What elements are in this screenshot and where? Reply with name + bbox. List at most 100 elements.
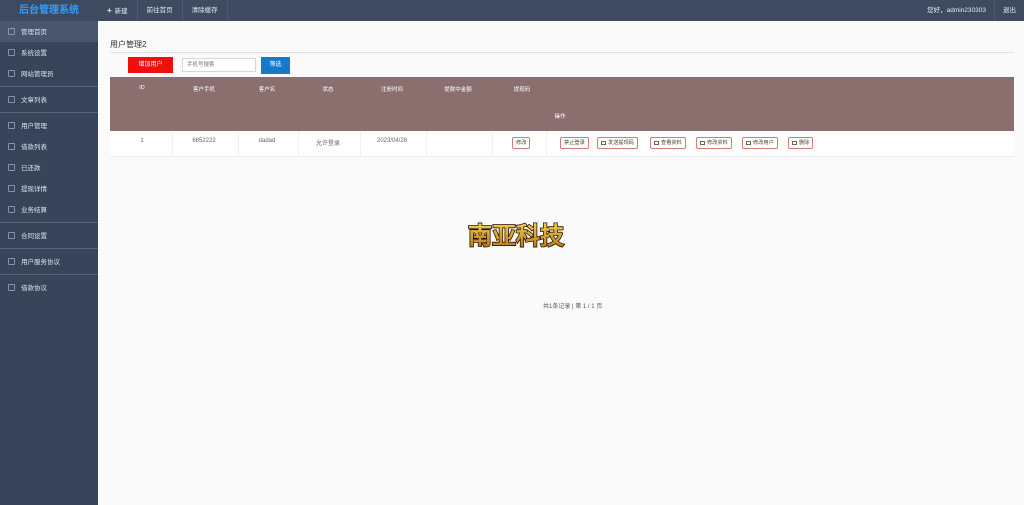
sidebar-divider [0, 222, 98, 223]
edit-user-button[interactable]: 修改用户 [742, 137, 778, 149]
sidebar-item-admins[interactable]: 网站管理员 [0, 63, 98, 84]
sidebar-item-withdrawals[interactable]: 提现详情 [0, 178, 98, 199]
home-icon [8, 27, 15, 35]
top-right: 您好，admin230303 退出 [919, 0, 1024, 21]
view-profile-button[interactable]: 查看资料 [650, 137, 686, 149]
column-divider [238, 131, 239, 157]
edit-code-button[interactable]: 修改 [512, 137, 531, 149]
delete-label: 删除 [799, 140, 810, 146]
sidebar-item-label: 借款列表 [21, 144, 47, 151]
send-code-label: 发送提现码 [608, 140, 634, 146]
cell-status: 允许登录 [315, 141, 340, 147]
column-divider [360, 131, 361, 157]
top-bar: 后台管理系统 + 新建 前往首页 清除缓存 您好，admin230303 退出 [0, 0, 1024, 21]
header-reg-time: 注册时间 [380, 87, 403, 93]
search-button[interactable]: 筛选 [261, 57, 290, 74]
header-name: 客户名 [258, 87, 276, 93]
agreement-icon [8, 283, 15, 291]
users-table: ID 客户手机 客户名 状态 注册时间 提款中金额 提现码 操作 1 68522… [110, 77, 1014, 157]
sidebar-item-label: 提现详情 [21, 186, 47, 193]
sidebar-item-repaid[interactable]: 已还款 [0, 157, 98, 178]
check-icon [8, 163, 15, 171]
sidebar-item-service-agreement[interactable]: 用户服务协议 [0, 251, 98, 272]
sidebar-divider [0, 86, 98, 87]
header-operations: 操作 [554, 114, 566, 120]
sidebar: 管理首页 系统设置 网站管理员 文章列表 用户管理 借款列表 已还款 提现详情 … [0, 21, 98, 505]
edit-profile-button[interactable]: 修改资料 [696, 137, 732, 149]
page-title: 用户管理2 [110, 40, 147, 49]
search-input[interactable] [182, 58, 256, 72]
cell-reg-time: 2023/04/28 [376, 138, 408, 144]
user-greeting: 您好，admin230303 [927, 7, 986, 14]
go-home-link[interactable]: 前往首页 [138, 0, 183, 21]
sidebar-item-users[interactable]: 用户管理 [0, 115, 98, 136]
sidebar-item-dashboard[interactable]: 管理首页 [0, 21, 98, 42]
users-icon [8, 121, 15, 129]
column-divider [172, 131, 173, 157]
disable-login-label: 禁止登录 [564, 140, 585, 146]
document-icon [8, 95, 15, 103]
sidebar-item-settings[interactable]: 系统设置 [0, 42, 98, 63]
sidebar-item-contract[interactable]: 合同设置 [0, 225, 98, 246]
header-phone: 客户手机 [192, 87, 215, 93]
delete-button[interactable]: 删除 [788, 137, 814, 149]
sidebar-item-articles[interactable]: 文章列表 [0, 89, 98, 110]
trash-icon [792, 140, 797, 145]
message-icon [601, 140, 606, 145]
sidebar-item-label: 管理首页 [21, 29, 47, 36]
header-status: 状态 [322, 87, 334, 93]
sidebar-item-loan-agreement[interactable]: 借款协议 [0, 277, 98, 298]
sidebar-divider [0, 112, 98, 113]
add-user-button[interactable]: 增加用户 [128, 57, 173, 73]
sidebar-item-settlement[interactable]: 业务结算 [0, 199, 98, 220]
contract-icon [8, 231, 15, 239]
column-divider [426, 131, 427, 157]
edit-profile-label: 修改资料 [707, 140, 728, 146]
cell-id: 1 [140, 138, 144, 144]
send-code-button[interactable]: 发送提现码 [597, 137, 638, 149]
view-profile-label: 查看资料 [661, 140, 682, 146]
plus-icon: + [107, 6, 112, 15]
top-nav: + 新建 前往首页 清除缓存 [98, 0, 228, 21]
title-divider [110, 52, 1014, 53]
sidebar-item-label: 文章列表 [21, 97, 47, 104]
gear-icon [8, 48, 15, 56]
column-divider [546, 131, 547, 157]
new-button[interactable]: + 新建 [98, 0, 138, 21]
sidebar-item-label: 用户管理 [21, 123, 47, 130]
header-withdraw-amount: 提款中金额 [444, 87, 472, 93]
wallet-icon [8, 184, 15, 192]
edit-icon [700, 140, 705, 145]
table-header: ID 客户手机 客户名 状态 注册时间 提款中金额 提现码 操作 [110, 77, 1014, 131]
table-row: 1 6852222 dadad 允许登录 2023/04/28 修改 禁止登录 … [110, 131, 1014, 157]
new-label: 新建 [114, 8, 128, 15]
calculator-icon [8, 205, 15, 213]
header-id: ID [139, 85, 145, 91]
sidebar-item-label: 已还款 [21, 165, 41, 172]
cell-name: dadad [258, 138, 276, 144]
sidebar-item-label: 业务结算 [21, 207, 47, 214]
sidebar-item-label: 网站管理员 [21, 71, 54, 78]
sidebar-item-label: 合同设置 [21, 233, 47, 240]
cell-phone: 6852222 [192, 138, 216, 144]
header-code: 提现码 [513, 87, 531, 93]
main-content: 用户管理2 增加用户 筛选 ID 客户手机 客户名 状态 注册时间 提款中金额 … [98, 21, 1024, 505]
agreement-icon [8, 257, 15, 265]
disable-login-button[interactable]: 禁止登录 [560, 137, 589, 149]
edit-user-label: 修改用户 [753, 140, 774, 146]
edit-icon [746, 140, 751, 145]
column-divider [298, 131, 299, 157]
sidebar-item-loans[interactable]: 借款列表 [0, 136, 98, 157]
sidebar-item-label: 系统设置 [21, 50, 47, 57]
sidebar-item-label: 用户服务协议 [21, 259, 60, 266]
clear-cache-link[interactable]: 清除缓存 [183, 0, 228, 21]
logout-link[interactable]: 退出 [994, 0, 1024, 21]
brand-title: 后台管理系统 [19, 5, 79, 16]
sidebar-divider [0, 274, 98, 275]
sidebar-divider [0, 248, 98, 249]
logo-text: 南亚科技 [468, 221, 565, 250]
company-logo: 南亚科技 [467, 220, 566, 251]
pagination-info: 共1条记录 | 第 1 / 1 页 [543, 304, 603, 310]
card-icon [654, 140, 659, 145]
column-divider [492, 131, 493, 157]
